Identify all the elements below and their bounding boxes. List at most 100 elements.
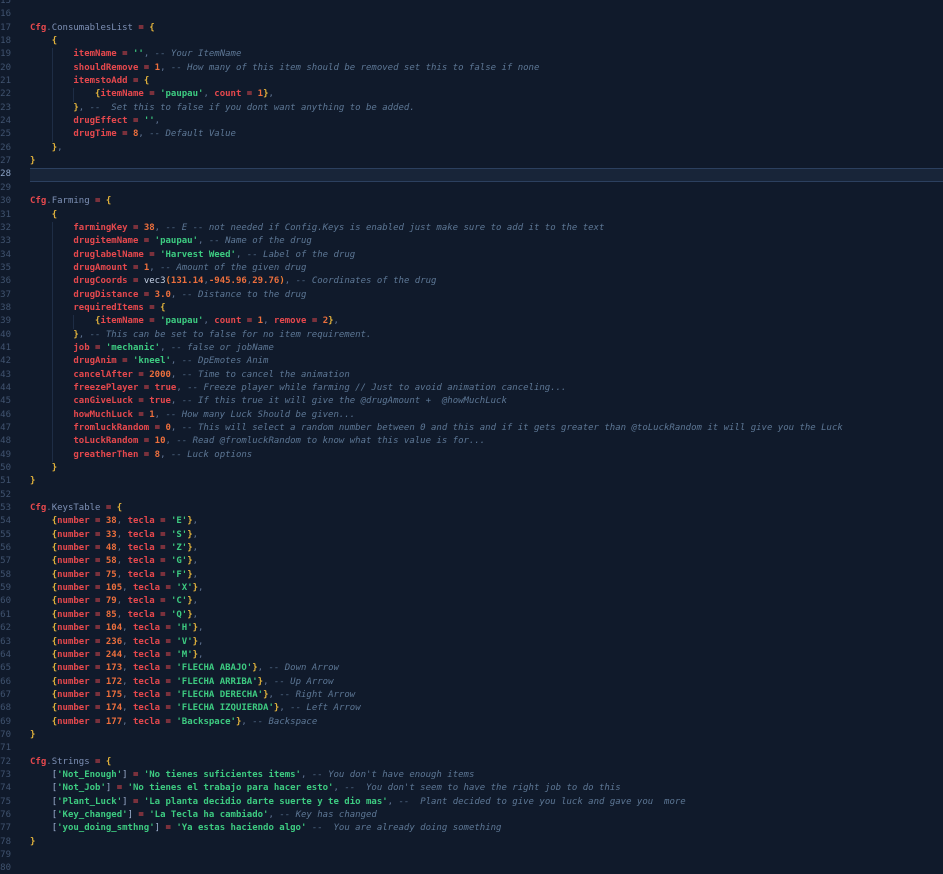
line-number[interactable]: 49	[0, 449, 30, 462]
line-number[interactable]: 26	[0, 142, 30, 155]
code-line-21[interactable]: 21 itemstoAdd = {	[0, 75, 943, 89]
code-line-34[interactable]: 34 druglabelName = 'Harvest Weed', -- La…	[0, 248, 943, 262]
line-number[interactable]: 71	[0, 742, 30, 755]
line-number[interactable]: 32	[0, 222, 30, 235]
line-number[interactable]: 51	[0, 475, 30, 488]
code-line-68[interactable]: 68 {number = 174, tecla = 'FLECHA IZQUIE…	[0, 702, 943, 715]
line-number[interactable]: 16	[0, 8, 30, 21]
code-line-79[interactable]: 79	[0, 849, 943, 862]
line-number[interactable]: 62	[0, 622, 30, 635]
code-line-28[interactable]: 28	[0, 168, 943, 182]
line-number[interactable]: 50	[0, 462, 30, 475]
line-number[interactable]: 67	[0, 689, 30, 702]
line-number[interactable]: 47	[0, 422, 30, 435]
line-number[interactable]: 57	[0, 555, 30, 568]
line-number[interactable]: 63	[0, 636, 30, 649]
line-number[interactable]: 64	[0, 649, 30, 662]
code-line-75[interactable]: 75 ['Plant_Luck'] = 'La planta decidio d…	[0, 796, 943, 809]
code-line-76[interactable]: 76 ['Key_changed'] = 'La Tecla ha cambia…	[0, 809, 943, 822]
line-number[interactable]: 61	[0, 609, 30, 622]
code-line-80[interactable]: 80	[0, 862, 943, 874]
line-number[interactable]: 35	[0, 262, 30, 275]
code-line-29[interactable]: 29	[0, 182, 943, 195]
code-line-52[interactable]: 52	[0, 489, 943, 502]
line-number[interactable]: 48	[0, 435, 30, 448]
code-line-42[interactable]: 42 drugAnim = 'kneel', -- DpEmotes Anim	[0, 355, 943, 369]
code-line-47[interactable]: 47 fromluckRandom = 0, -- This will sele…	[0, 422, 943, 436]
code-line-69[interactable]: 69 {number = 177, tecla = 'Backspace'}, …	[0, 716, 943, 729]
line-number[interactable]: 65	[0, 662, 30, 675]
line-number[interactable]: 37	[0, 289, 30, 302]
line-number[interactable]: 38	[0, 302, 30, 315]
code-line-78[interactable]: 78}	[0, 836, 943, 849]
line-number[interactable]: 54	[0, 515, 30, 528]
code-line-63[interactable]: 63 {number = 236, tecla = 'V'},	[0, 636, 943, 649]
code-line-22[interactable]: 22 {itemName = 'paupau', count = 1},	[0, 88, 943, 102]
code-line-51[interactable]: 51}	[0, 475, 943, 488]
line-number[interactable]: 72	[0, 756, 30, 769]
line-number[interactable]: 56	[0, 542, 30, 555]
line-number[interactable]: 40	[0, 329, 30, 342]
line-number[interactable]: 24	[0, 115, 30, 128]
line-number[interactable]: 17	[0, 22, 30, 35]
line-number[interactable]: 53	[0, 502, 30, 515]
code-line-72[interactable]: 72 Cfg.Strings = {	[0, 756, 943, 769]
line-number[interactable]: 55	[0, 529, 30, 542]
line-number[interactable]: 29	[0, 182, 30, 195]
code-line-54[interactable]: 54 {number = 38, tecla = 'E'},	[0, 515, 943, 528]
line-number[interactable]: 22	[0, 88, 30, 101]
code-line-73[interactable]: 73 ['Not_Enough'] = 'No tienes suficient…	[0, 769, 943, 782]
line-number[interactable]: 69	[0, 716, 30, 729]
code-line-17[interactable]: 17 Cfg.ConsumablesList = {	[0, 22, 943, 35]
line-number[interactable]: 75	[0, 796, 30, 809]
code-line-60[interactable]: 60 {number = 79, tecla = 'C'},	[0, 595, 943, 608]
code-line-61[interactable]: 61 {number = 85, tecla = 'Q'},	[0, 609, 943, 622]
code-line-77[interactable]: 77 ['you_doing_smthng'] = 'Ya estas haci…	[0, 822, 943, 835]
code-line-38[interactable]: 38 requiredItems = {	[0, 301, 943, 316]
code-line-40[interactable]: 40 }, -- This can be set to false for no…	[0, 328, 943, 342]
code-line-39[interactable]: 39 {itemName = 'paupau', count = 1, remo…	[0, 315, 943, 329]
line-number[interactable]: 15	[0, 0, 30, 8]
code-line-48[interactable]: 48 toLuckRandom = 10, -- Read @fromluckR…	[0, 435, 943, 449]
code-line-74[interactable]: 74 ['Not_Job'] = 'No tienes el trabajo p…	[0, 782, 943, 795]
line-number[interactable]: 28	[0, 168, 30, 181]
line-number[interactable]: 76	[0, 809, 30, 822]
code-line-33[interactable]: 33 drugitemName = 'paupau', -- Name of t…	[0, 235, 943, 249]
code-line-37[interactable]: 37 drugDistance = 3.0, -- Distance to th…	[0, 288, 943, 302]
line-number[interactable]: 23	[0, 102, 30, 115]
line-number[interactable]: 33	[0, 235, 30, 248]
code-line-71[interactable]: 71	[0, 742, 943, 755]
line-number[interactable]: 44	[0, 382, 30, 395]
code-line-20[interactable]: 20 shouldRemove = 1, -- How many of this…	[0, 61, 943, 76]
code-line-49[interactable]: 49 greatherThen = 8, -- Luck options	[0, 448, 943, 463]
code-line-56[interactable]: 56 {number = 48, tecla = 'Z'},	[0, 542, 943, 555]
code-line-36[interactable]: 36 drugCoords = vec3(131.14,-945.96,29.7…	[0, 275, 943, 289]
line-number[interactable]: 42	[0, 355, 30, 368]
line-number[interactable]: 39	[0, 315, 30, 328]
code-line-46[interactable]: 46 howMuchLuck = 1, -- How many Luck Sho…	[0, 408, 943, 422]
line-number[interactable]: 79	[0, 849, 30, 862]
code-line-27[interactable]: 27}	[0, 155, 943, 168]
code-line-53[interactable]: 53 Cfg.KeysTable = {	[0, 502, 943, 515]
code-line-32[interactable]: 32 farmingKey = 38, -- E -- not needed i…	[0, 221, 943, 236]
line-number[interactable]: 34	[0, 249, 30, 262]
line-number[interactable]: 43	[0, 369, 30, 382]
code-line-55[interactable]: 55 {number = 33, tecla = 'S'},	[0, 529, 943, 542]
code-line-57[interactable]: 57 {number = 58, tecla = 'G'},	[0, 555, 943, 568]
line-number[interactable]: 45	[0, 395, 30, 408]
code-line-64[interactable]: 64 {number = 244, tecla = 'M'},	[0, 649, 943, 662]
code-line-15[interactable]: 15	[0, 0, 943, 8]
line-number[interactable]: 59	[0, 582, 30, 595]
code-line-50[interactable]: 50 }	[0, 462, 943, 475]
line-number[interactable]: 77	[0, 822, 30, 835]
line-number[interactable]: 19	[0, 48, 30, 61]
line-number[interactable]: 31	[0, 209, 30, 222]
code-line-58[interactable]: 58 {number = 75, tecla = 'F'},	[0, 569, 943, 582]
line-number[interactable]: 30	[0, 195, 30, 208]
code-line-24[interactable]: 24 drugEffect = '',	[0, 115, 943, 129]
code-line-25[interactable]: 25 drugTime = 8, -- Default Value	[0, 128, 943, 142]
line-number[interactable]: 66	[0, 676, 30, 689]
code-line-18[interactable]: 18 {	[0, 35, 943, 48]
code-line-65[interactable]: 65 {number = 173, tecla = 'FLECHA ABAJO'…	[0, 662, 943, 675]
line-number[interactable]: 20	[0, 62, 30, 75]
